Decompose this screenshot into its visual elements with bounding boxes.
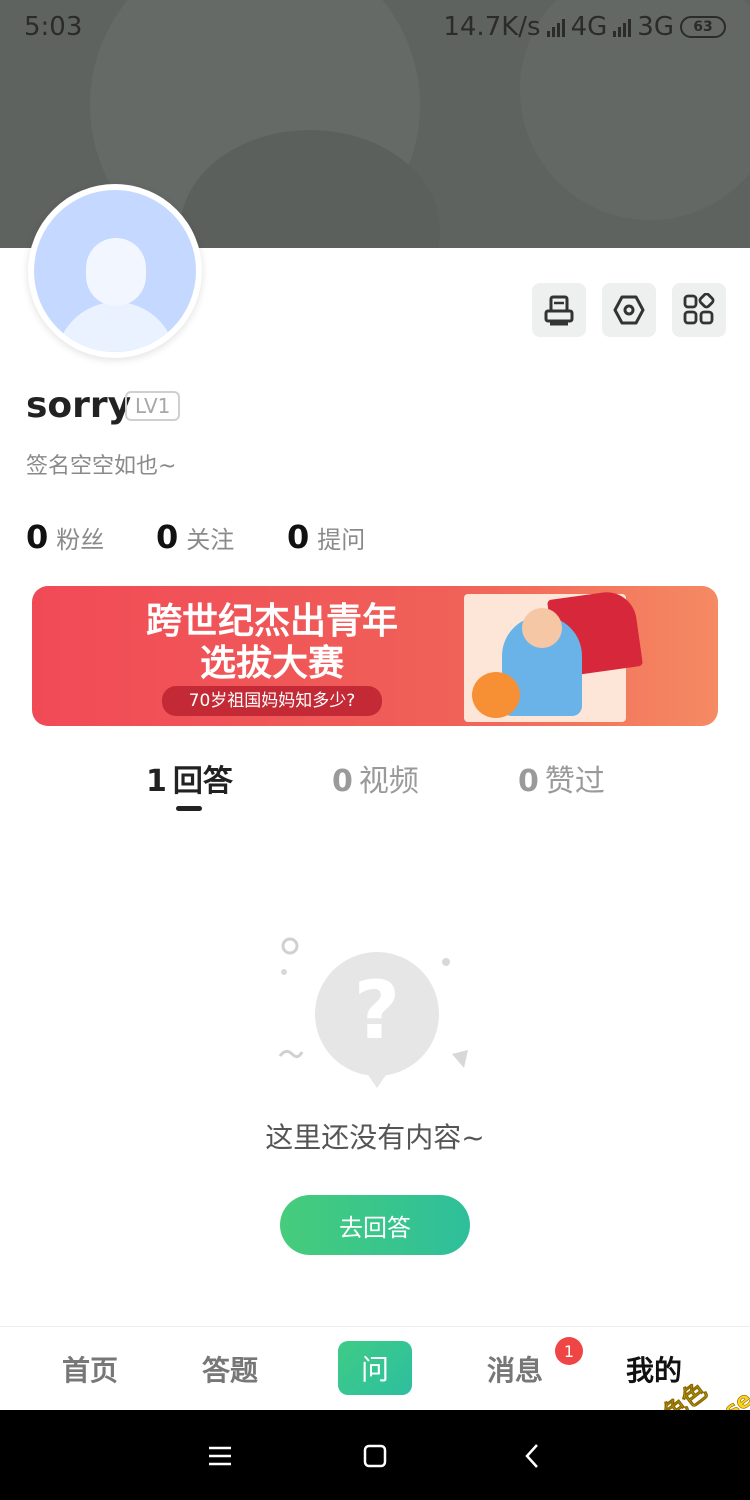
stat-value: 0	[26, 518, 49, 556]
promo-banner[interactable]: 跨世纪杰出青年 选拔大赛 70岁祖国妈妈知多少?	[32, 586, 718, 726]
tab-answers[interactable]: 1 回答	[146, 756, 233, 800]
settings-button[interactable]	[602, 283, 656, 337]
tab-count: 0	[332, 764, 353, 799]
nav-home[interactable]: 首页	[62, 1349, 118, 1389]
stat-label: 提问	[317, 526, 366, 554]
signal-icon	[546, 17, 565, 37]
stat-followers[interactable]: 0 粉丝	[26, 518, 104, 556]
menu-icon	[209, 1446, 231, 1466]
net-speed: 14.7K/s	[443, 12, 541, 42]
battery-icon: 63	[680, 16, 726, 38]
avatar-body-shape	[56, 302, 176, 352]
status-time: 5:03	[24, 12, 83, 42]
promo-subtitle: 70岁祖国妈妈知多少?	[188, 691, 356, 711]
stat-value: 0	[287, 518, 310, 556]
go-answer-button[interactable]: 去回答	[280, 1195, 470, 1255]
avatar-head-shape	[86, 238, 146, 306]
promo-sun-shape	[472, 672, 520, 718]
status-bar: 5:03 14.7K/s 4G 3G 63	[0, 0, 750, 56]
avatar-image	[34, 190, 196, 352]
content-tabs: 1 回答 0 视频 0 赞过	[0, 756, 750, 816]
printer-button[interactable]	[532, 283, 586, 337]
profile-stats: 0 粉丝 0 关注 0 提问	[26, 518, 626, 562]
tab-liked[interactable]: 0 赞过	[518, 756, 605, 800]
back-button[interactable]	[514, 1438, 550, 1474]
tab-label: 回答	[172, 764, 233, 799]
promo-title: 跨世纪杰出青年 选拔大赛	[132, 600, 412, 684]
tab-count: 1	[146, 764, 167, 799]
network-type-1: 4G	[570, 12, 608, 42]
tab-count: 0	[518, 764, 539, 799]
back-chevron-icon	[525, 1444, 538, 1468]
status-indicators: 14.7K/s 4G 3G 63	[443, 12, 726, 42]
empty-message: 这里还没有内容~	[265, 1121, 485, 1154]
hexagon-settings-icon	[613, 295, 645, 325]
promo-title-line2: 选拔大赛	[199, 642, 344, 684]
stat-label: 关注	[186, 526, 235, 554]
avatar[interactable]	[28, 184, 202, 358]
nav-quiz[interactable]: 答题	[202, 1349, 258, 1389]
stat-value: 0	[156, 518, 179, 556]
tab-label: 赞过	[544, 764, 605, 799]
stat-following[interactable]: 0 关注	[156, 518, 234, 556]
printer-icon	[544, 295, 574, 326]
username: sorry	[26, 385, 132, 426]
message-badge: 1	[555, 1337, 583, 1365]
signature-text[interactable]: 签名空空如也~	[26, 448, 176, 480]
promo-title-line1: 跨世纪杰出青年	[145, 600, 398, 642]
apps-grid-icon	[683, 293, 715, 325]
level-badge: LV1	[125, 391, 181, 421]
stat-label: 粉丝	[56, 526, 105, 554]
nav-messages[interactable]: 消息	[487, 1349, 543, 1389]
apps-button[interactable]	[672, 283, 726, 337]
tab-videos[interactable]: 0 视频	[332, 756, 419, 800]
network-type-2: 3G	[637, 12, 674, 42]
svg-text:?: ?	[354, 964, 400, 1057]
menu-button[interactable]	[202, 1438, 238, 1474]
signal-icon	[613, 17, 632, 37]
promo-face-shape	[522, 608, 562, 648]
stat-questions[interactable]: 0 提问	[287, 518, 365, 556]
active-tab-indicator	[176, 806, 202, 811]
home-square-icon	[363, 1444, 387, 1468]
tab-label: 视频	[358, 764, 419, 799]
nav-ask-button[interactable]: 问	[338, 1341, 412, 1395]
empty-question-icon: ?	[278, 937, 468, 1088]
profile-actions	[532, 283, 726, 337]
home-button[interactable]	[357, 1438, 393, 1474]
system-nav-bar	[0, 1410, 750, 1500]
